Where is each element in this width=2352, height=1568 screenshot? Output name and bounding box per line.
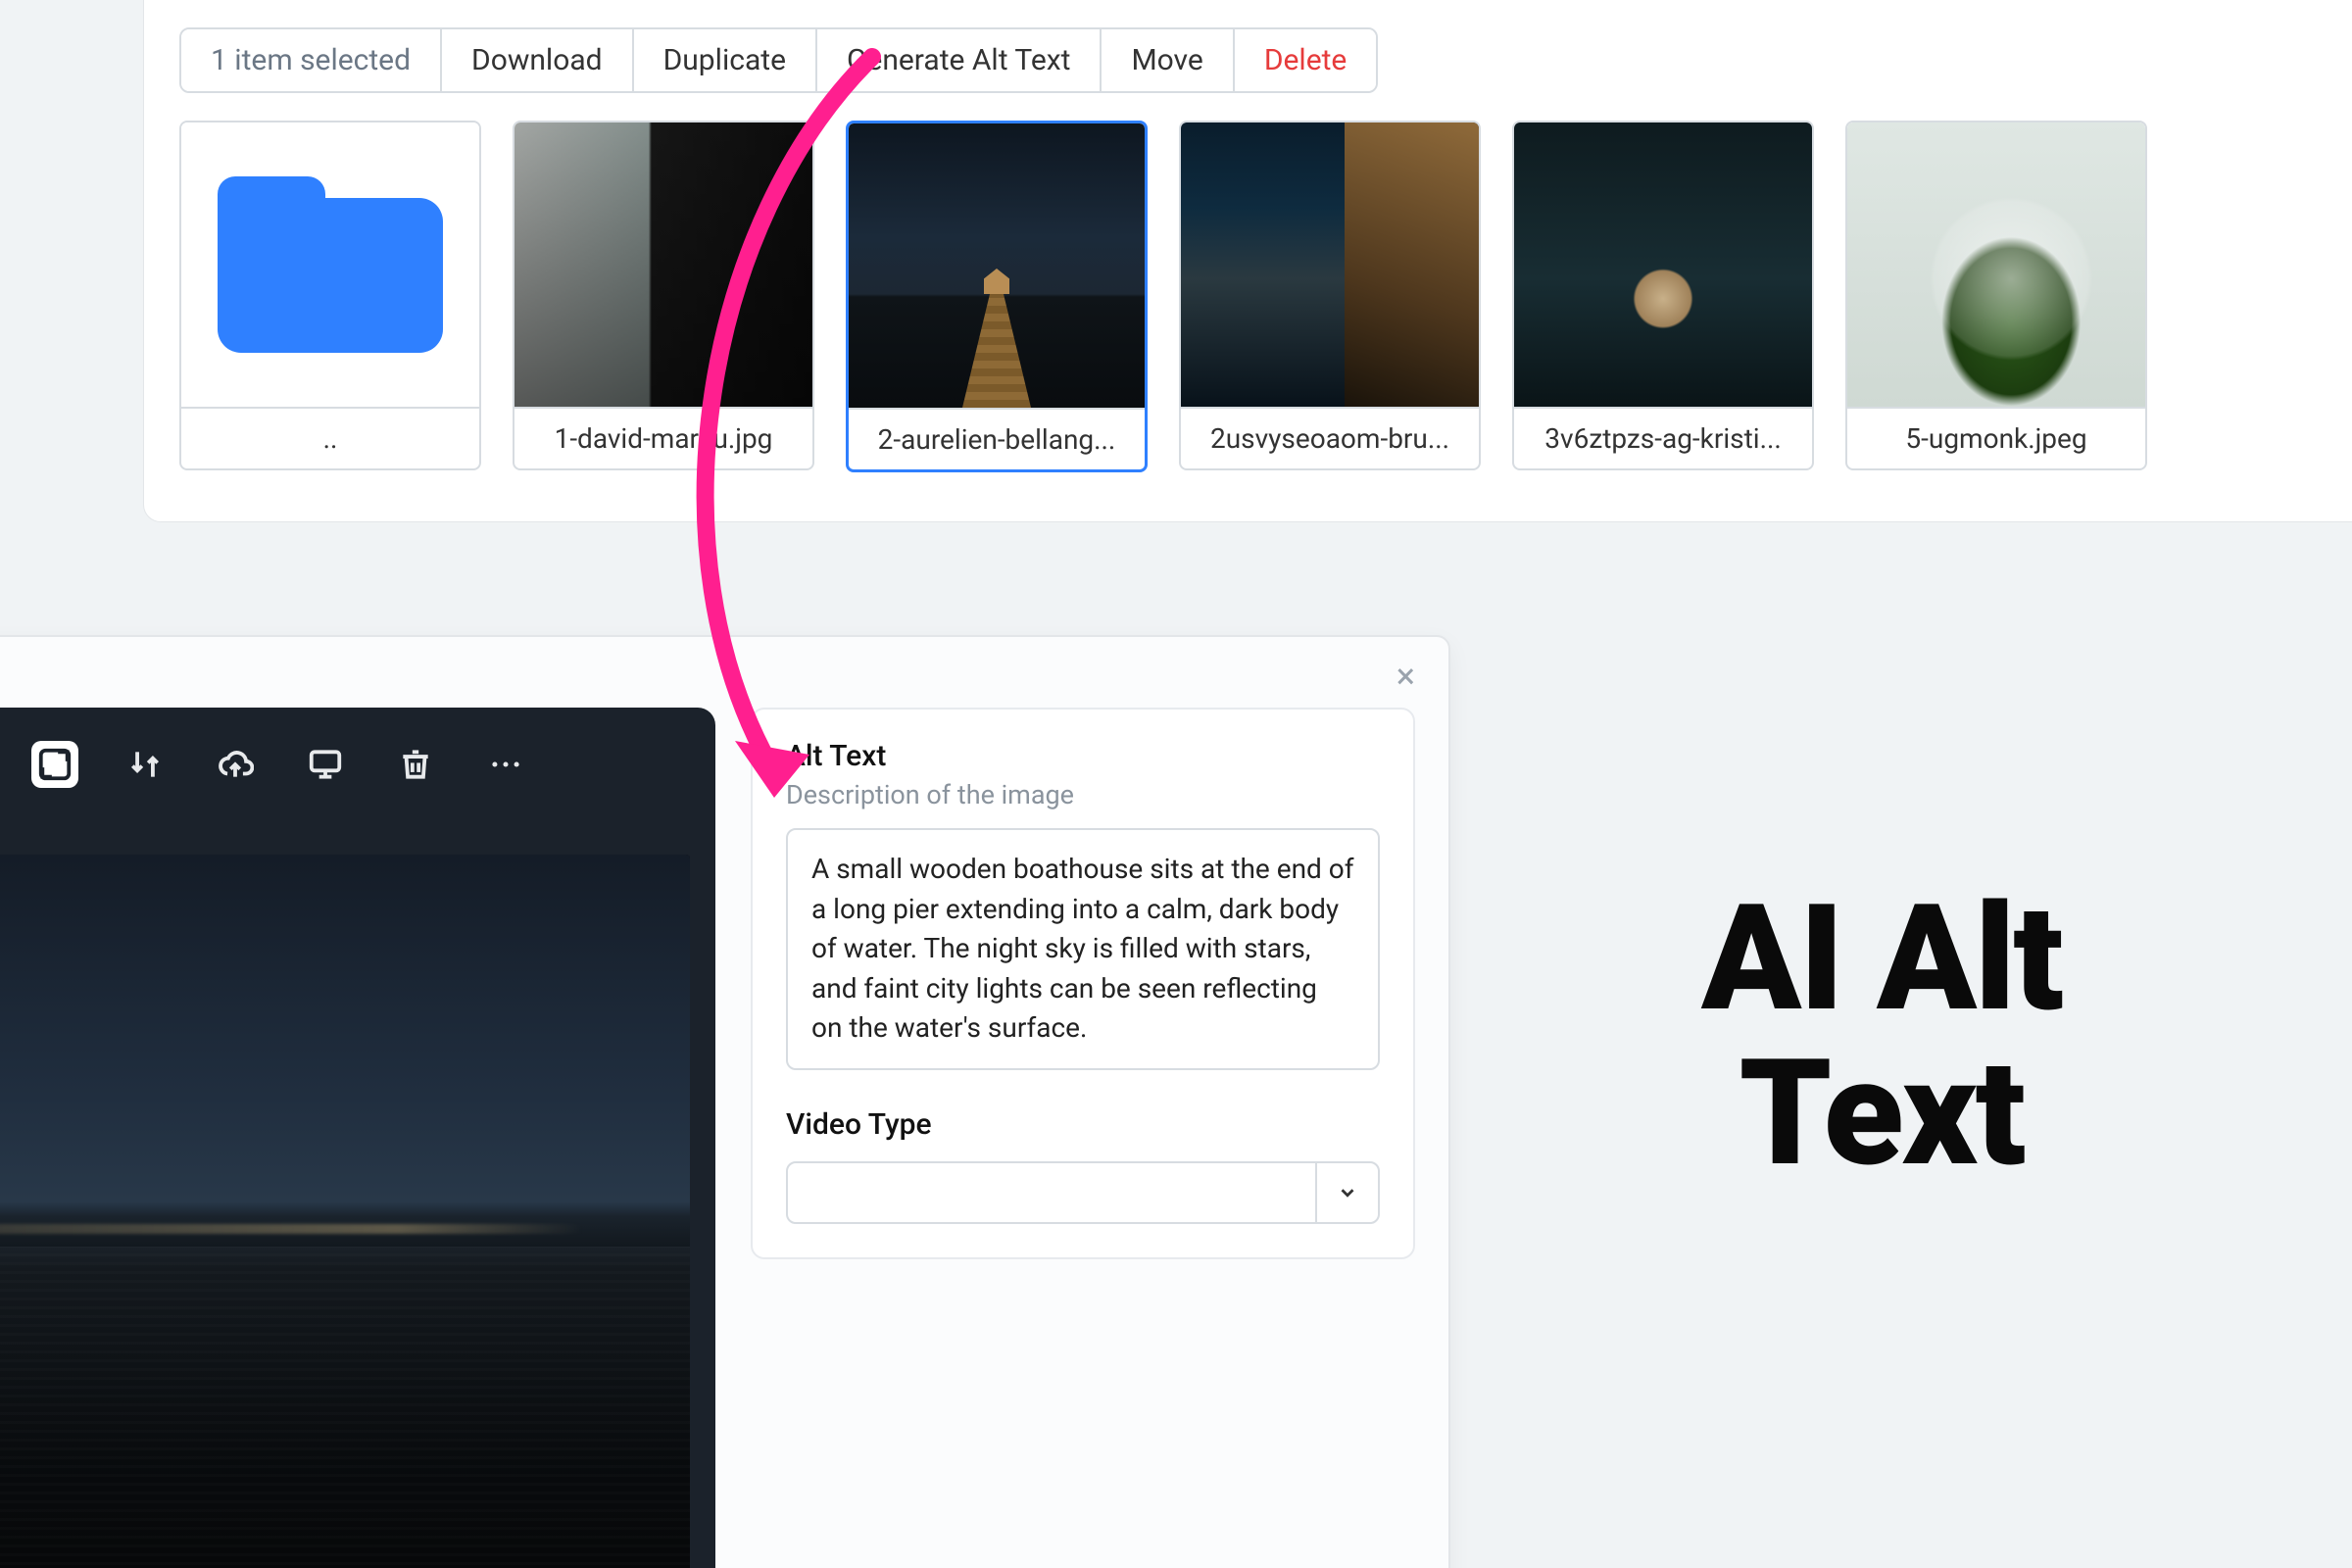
thumb-parent-folder[interactable]: .. <box>179 121 481 470</box>
file-browser: 1 item selected Download Duplicate Gener… <box>143 0 2352 522</box>
thumb-caption: .. <box>181 407 479 468</box>
editor-header: -bellanger.jpg › × <box>0 637 1448 708</box>
preview-image <box>0 855 690 1568</box>
headline-line: AI Alt <box>1539 882 2225 1037</box>
download-button[interactable]: Download <box>442 29 634 91</box>
marketing-headline: AI Alt Text <box>1539 882 2225 1191</box>
fields-panel: Alt Text Description of the image A smal… <box>751 708 1415 1259</box>
thumb-caption: 1-david-marcu.jpg <box>514 407 812 468</box>
cloud-upload-icon[interactable] <box>212 741 259 788</box>
more-icon[interactable] <box>482 741 529 788</box>
video-type-select[interactable] <box>786 1161 1380 1224</box>
focal-point-icon[interactable] <box>31 741 78 788</box>
thumb-image[interactable]: 1-david-marcu.jpg <box>513 121 814 470</box>
present-icon[interactable] <box>302 741 349 788</box>
video-type-label: Video Type <box>786 1107 1380 1142</box>
delete-button[interactable]: Delete <box>1235 29 1377 91</box>
thumb-image[interactable]: 5-ugmonk.jpeg <box>1845 121 2147 470</box>
thumb-image-selected[interactable]: 2-aurelien-bellang... <box>846 121 1148 472</box>
thumb-caption: 2usvyseoaom-bru... <box>1181 407 1479 468</box>
duplicate-button[interactable]: Duplicate <box>634 29 817 91</box>
image-preview <box>1514 122 1812 407</box>
image-preview <box>1847 122 2145 407</box>
image-preview-panel <box>0 708 715 1568</box>
thumbnail-row: .. 1-david-marcu.jpg 2-aurelien-bellang.… <box>179 121 2352 472</box>
selection-status: 1 item selected <box>181 29 442 91</box>
move-button[interactable]: Move <box>1102 29 1234 91</box>
folder-icon <box>218 176 443 353</box>
swap-icon[interactable] <box>122 741 169 788</box>
selection-toolbar: 1 item selected Download Duplicate Gener… <box>179 27 1378 93</box>
image-preview <box>849 123 1145 408</box>
video-type-value <box>788 1163 1315 1222</box>
trash-icon[interactable] <box>392 741 439 788</box>
thumb-caption: 3v6ztpzs-ag-kristi... <box>1514 407 1812 468</box>
thumb-caption: 5-ugmonk.jpeg <box>1847 407 2145 468</box>
image-preview <box>1181 122 1479 407</box>
thumb-caption: 2-aurelien-bellang... <box>849 408 1145 469</box>
headline-line: Text <box>1539 1037 2225 1192</box>
alt-text-input[interactable]: A small wooden boathouse sits at the end… <box>786 828 1380 1070</box>
close-button[interactable]: × <box>1396 659 1415 694</box>
thumb-image[interactable]: 3v6ztpzs-ag-kristi... <box>1512 121 1814 470</box>
alt-text-sublabel: Description of the image <box>786 779 1380 810</box>
generate-alt-text-button[interactable]: Generate Alt Text <box>817 29 1102 91</box>
asset-editor: -bellanger.jpg › × <box>0 635 1450 1568</box>
thumb-image[interactable]: 2usvyseoaom-bru... <box>1179 121 1481 470</box>
chevron-down-icon[interactable] <box>1315 1163 1378 1222</box>
preview-toolbar <box>31 741 690 788</box>
alt-text-label: Alt Text <box>786 739 1380 773</box>
image-preview <box>514 122 812 407</box>
